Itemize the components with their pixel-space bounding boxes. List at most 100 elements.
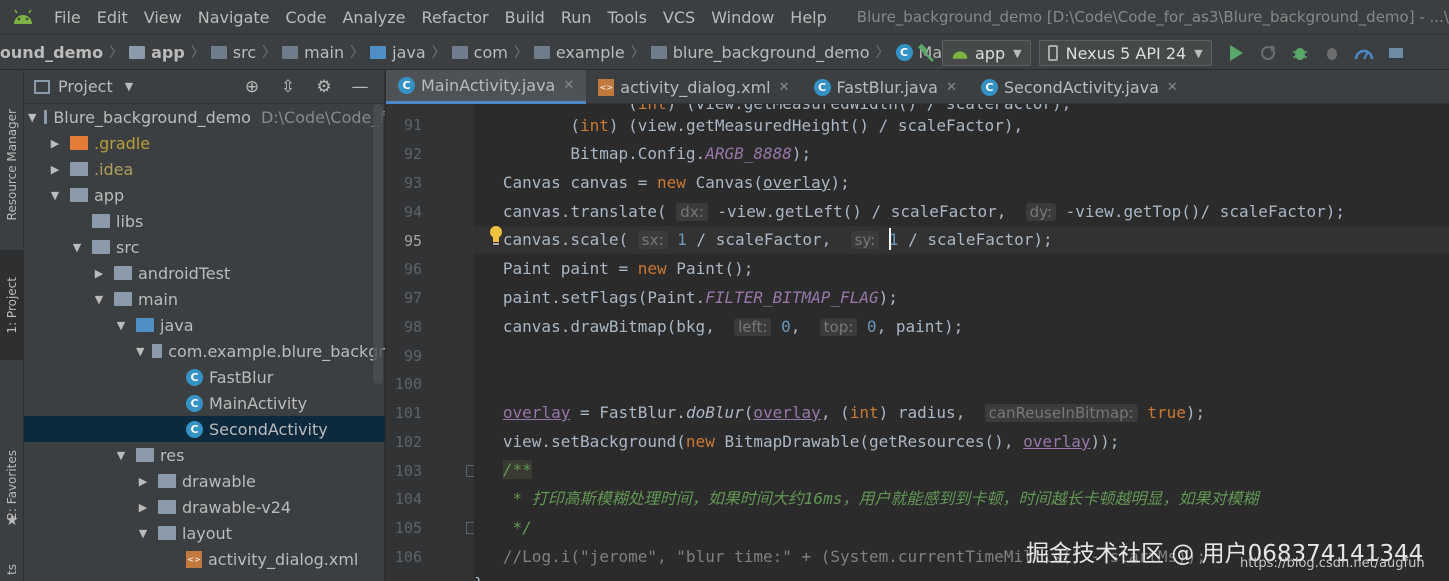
expanded-arrow-icon[interactable]: ▼ [28,111,36,124]
code-editor[interactable]: (int) (view.getMeasuredWidth() / scaleFa… [474,104,1449,581]
code-line-95: canvas.scale( sx: 1 / scaleFactor, sy: 1… [474,226,1449,254]
tree-item-layout[interactable]: ▼ layout [24,520,385,546]
breadcrumb-project[interactable]: round_demo [0,43,103,62]
menu-refactor[interactable]: Refactor [414,8,497,27]
menu-edit[interactable]: Edit [89,8,136,27]
attach-debugger-icon[interactable] [1321,42,1343,64]
breadcrumb-package[interactable]: blure_background_demo [650,43,870,62]
tree-item-fastblur[interactable]: C FastBlur [24,364,385,390]
tree-item-idea[interactable]: ▶ .idea [24,156,385,182]
tree-item-gradle[interactable]: ▶ .gradle [24,130,385,156]
project-tool-tab[interactable]: 1: Project [0,250,24,360]
collapsed-arrow-icon[interactable]: ▶ [136,501,150,514]
run-configuration-select[interactable]: app ▼ [942,40,1031,66]
breadcrumb-com[interactable]: com [451,43,508,62]
tree-item-src[interactable]: ▼ src [24,234,385,260]
tree-item-app[interactable]: ▼ app [24,182,385,208]
tree-item-res[interactable]: ▼ res [24,442,385,468]
menu-vcs[interactable]: VCS [655,8,703,27]
sync-gradle-icon[interactable] [1385,42,1407,64]
debug-bug-icon[interactable] [1289,42,1311,64]
tree-item-androidtest[interactable]: ▶ androidTest [24,260,385,286]
hide-panel-icon[interactable]: — [349,76,371,98]
structure-tool-tab[interactable]: ts [0,558,24,580]
collapsed-arrow-icon[interactable]: ▶ [136,475,150,488]
excluded-folder-icon [70,136,88,150]
breadcrumb-src[interactable]: src [210,43,256,62]
tree-item-activity-dialog-xml[interactable]: <> activity_dialog.xml [24,546,385,572]
tab-activity-dialog-xml[interactable]: <> activity_dialog.xml ✕ [586,70,801,104]
code-line-98: canvas.drawBitmap(bkg, left: 0, top: 0, … [474,317,964,336]
tab-secondactivity-java[interactable]: C SecondActivity.java ✕ [969,70,1190,104]
tree-item-label: .gradle [94,133,151,153]
project-tree-scrollbar[interactable] [373,104,383,384]
breadcrumb-label: example [555,42,625,62]
expanded-arrow-icon[interactable]: ▼ [114,449,128,462]
gear-icon[interactable]: ⚙ [313,76,335,98]
folder-icon [158,500,176,514]
menu-window[interactable]: Window [703,8,782,27]
locate-target-icon[interactable]: ⊕ [241,76,263,98]
folder-icon [210,45,227,59]
collapsed-arrow-icon[interactable]: ▶ [92,267,106,280]
tree-item-drawable[interactable]: ▶ drawable [24,468,385,494]
profiler-gauge-icon[interactable] [1353,42,1375,64]
project-panel: Project ▼ ⊕ ⇳ ⚙ — ▼ Blure_background_dem… [24,70,385,581]
breadcrumb-java[interactable]: java [370,43,426,62]
breadcrumb-app[interactable]: app [129,43,185,62]
menu-analyze[interactable]: Analyze [334,8,413,27]
tab-fastblur-java[interactable]: C FastBlur.java ✕ [802,70,969,104]
class-icon: C [186,420,203,438]
tree-item-package[interactable]: ▼ com.example.blure_backgr [24,338,385,364]
menu-tools[interactable]: Tools [600,8,655,27]
menu-run[interactable]: Run [553,8,600,27]
tree-item-label: layout [182,523,232,543]
menu-view[interactable]: View [136,8,190,27]
collapsed-arrow-icon[interactable]: ▶ [48,137,62,150]
expanded-arrow-icon[interactable]: ▼ [48,189,62,202]
tree-item-main[interactable]: ▼ main [24,286,385,312]
menu-build[interactable]: Build [497,8,553,27]
menu-bar: File Edit View Navigate Code Analyze Ref… [0,0,1449,34]
run-configuration-label: app [975,43,1006,63]
resource-folder-icon [136,448,154,462]
expanded-arrow-icon[interactable]: ▼ [70,241,84,254]
structure-tool-label: ts [5,563,19,575]
lightbulb-intention-icon[interactable] [488,224,504,246]
menu-code[interactable]: Code [278,8,335,27]
menu-file[interactable]: File [46,8,89,27]
project-view-select[interactable]: Project ▼ [34,77,133,96]
tree-item-label: MainActivity [209,393,308,413]
expanded-arrow-icon[interactable]: ▼ [136,345,144,358]
device-select[interactable]: Nexus 5 API 24 ▼ [1038,40,1212,66]
tree-item-drawable-v24[interactable]: ▶ drawable-v24 [24,494,385,520]
expanded-arrow-icon[interactable]: ▼ [114,319,128,332]
tab-mainactivity-java[interactable]: C MainActivity.java ✕ [386,70,587,104]
close-icon[interactable]: ✕ [779,80,790,95]
line-number: 105 [394,519,422,537]
watermark-url: https://blog.csdn.net/augfun [1240,556,1425,571]
tree-item-secondactivity[interactable]: C SecondActivity [24,416,385,442]
breadcrumb-main[interactable]: main [282,43,344,62]
tab-label: activity_dialog.xml [620,77,771,97]
expanded-arrow-icon[interactable]: ▼ [92,293,106,306]
tree-item-project-root[interactable]: ▼ Blure_background_demo D:\Code\Code_f [24,104,385,130]
breadcrumb-example[interactable]: example [533,42,625,62]
run-play-icon[interactable] [1225,42,1247,64]
close-icon[interactable]: ✕ [1167,80,1178,95]
breadcrumb-label: main [304,42,345,62]
apply-changes-icon[interactable] [1257,42,1279,64]
package-icon [533,45,550,59]
close-icon[interactable]: ✕ [563,78,574,93]
collapse-all-icon[interactable]: ⇳ [277,76,299,98]
build-hammer-icon[interactable] [915,42,937,64]
menu-help[interactable]: Help [782,8,834,27]
expanded-arrow-icon[interactable]: ▼ [136,527,150,540]
menu-navigate[interactable]: Navigate [190,8,278,27]
resource-manager-tab[interactable]: Resource Manager [0,90,24,240]
tree-item-libs[interactable]: libs [24,208,385,234]
tree-item-java[interactable]: ▼ java [24,312,385,338]
collapsed-arrow-icon[interactable]: ▶ [48,163,62,176]
close-icon[interactable]: ✕ [946,80,957,95]
tree-item-mainactivity[interactable]: C MainActivity [24,390,385,416]
